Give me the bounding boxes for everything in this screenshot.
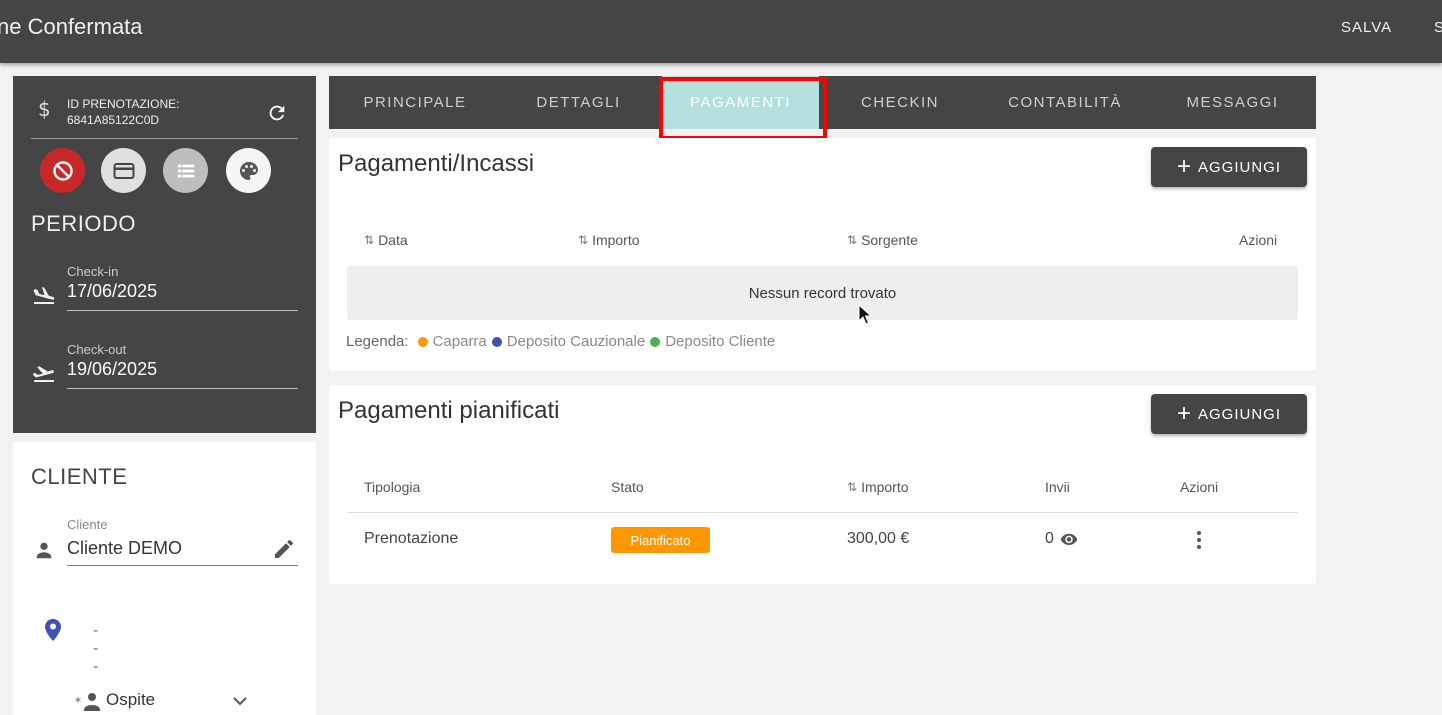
column-header-tipologia: Tipologia <box>364 479 421 495</box>
tab-contabilita[interactable]: CONTABILITÀ <box>981 76 1149 129</box>
credit-card-icon <box>113 162 134 179</box>
checkout-value: 19/06/2025 <box>67 359 158 379</box>
page-title: ne Confermata <box>0 14 143 39</box>
checkout-field[interactable]: Check-out 19/06/2025 <box>31 342 298 392</box>
palette-icon <box>239 161 258 180</box>
tab-checkin[interactable]: CHECKIN <box>819 76 981 129</box>
mouse-cursor-icon <box>858 304 872 325</box>
svg-text:*: * <box>75 695 81 709</box>
scheduled-payments-card: Pagamenti pianificati + AGGIUNGI Tipolog… <box>329 385 1316 584</box>
ospite-dropdown[interactable]: * Ospite <box>75 688 255 715</box>
empty-state-row: Nessun record trovato <box>347 266 1298 320</box>
scheduled-title: Pagamenti pianificati <box>338 397 560 424</box>
column-header-importo[interactable]: ⇅ Importo <box>847 479 909 495</box>
sort-icon: ⇅ <box>578 233 589 247</box>
list-icon <box>177 164 194 177</box>
add-scheduled-button[interactable]: + AGGIUNGI <box>1151 394 1307 434</box>
checkout-underline <box>67 388 298 389</box>
client-label: Cliente <box>67 517 108 532</box>
color-button[interactable] <box>226 148 271 193</box>
payment-card-button[interactable] <box>101 148 146 193</box>
chevron-down-icon <box>233 697 247 706</box>
checkin-label: Check-in <box>67 264 119 279</box>
status-badge: Pianificato <box>611 527 710 553</box>
refresh-icon[interactable] <box>266 102 288 124</box>
location-value: --- <box>93 622 99 675</box>
legend-item-caparra: Caparra <box>432 333 487 350</box>
save-button[interactable]: SALVA <box>1341 19 1392 36</box>
legend-dot-deposito-cliente <box>650 336 661 347</box>
column-header-data-label: Data <box>378 232 408 248</box>
tab-principale[interactable]: PRINCIPALE <box>329 76 501 129</box>
column-header-azioni: Azioni <box>1239 232 1278 248</box>
client-panel: CLIENTE Cliente Cliente DEMO --- * Ospit… <box>13 442 316 715</box>
plus-icon: + <box>1176 153 1192 180</box>
cancel-booking-button[interactable] <box>40 148 85 193</box>
legend-item-deposito-cliente: Deposito Cliente <box>665 333 776 350</box>
cliente-heading: CLIENTE <box>31 464 128 489</box>
ospite-label: Ospite <box>106 690 156 709</box>
row-invii: 0 <box>1045 530 1078 548</box>
sort-icon: ⇅ <box>847 480 858 494</box>
column-header-sorgente[interactable]: ⇅ Sorgente <box>847 232 918 248</box>
payments-card: Pagamenti/Incassi + AGGIUNGI ⇅ Data ⇅ Im… <box>329 138 1316 371</box>
row-tipologia: Prenotazione <box>364 530 459 547</box>
svg-text:$: $ <box>38 97 51 121</box>
legend-item-deposito-cauzionale: Deposito Cauzionale <box>506 333 646 350</box>
location-pin-icon <box>45 619 61 641</box>
legend-dot-caparra <box>417 336 428 347</box>
row-importo: 300,00 € <box>847 530 910 547</box>
checkin-value: 17/06/2025 <box>67 281 158 301</box>
edit-icon[interactable] <box>272 537 296 561</box>
person-icon <box>36 542 52 559</box>
add-payment-label: AGGIUNGI <box>1198 158 1282 176</box>
eye-icon[interactable] <box>1060 532 1078 546</box>
periodo-heading: PERIODO <box>31 211 136 236</box>
flight-takeoff-icon <box>33 366 54 382</box>
plus-icon: + <box>1176 400 1192 427</box>
legend-label: Legenda: <box>346 333 409 350</box>
invii-count: 0 <box>1045 530 1054 547</box>
tab-dettagli[interactable]: DETTAGLI <box>501 76 656 129</box>
booking-id-row: $ ID PRENOTAZIONE: 6841A85122C0D <box>31 94 298 139</box>
client-underline <box>67 565 298 566</box>
checkout-label: Check-out <box>67 342 127 357</box>
legend: Legenda: Caparra Deposito Cauzionale Dep… <box>346 333 775 350</box>
add-payment-button[interactable]: + AGGIUNGI <box>1151 147 1307 187</box>
guest-person-icon: * <box>75 693 100 711</box>
tab-messaggi[interactable]: MESSAGGI <box>1149 76 1316 129</box>
more-vert-icon[interactable] <box>1191 529 1207 551</box>
booking-id-label: ID PRENOTAZIONE: <box>67 97 180 111</box>
highlight-box <box>659 77 827 140</box>
client-value: Cliente DEMO <box>67 538 183 558</box>
list-button[interactable] <box>163 148 208 193</box>
legend-dot-deposito-cauzionale <box>491 336 502 347</box>
flight-land-icon <box>33 287 55 304</box>
column-header-importo-label: Importo <box>861 479 909 495</box>
client-field[interactable]: Cliente Cliente DEMO <box>31 517 298 569</box>
column-header-sorgente-label: Sorgente <box>861 232 918 248</box>
sort-icon: ⇅ <box>847 233 858 247</box>
sort-icon: ⇅ <box>364 233 375 247</box>
column-header-azioni: Azioni <box>1180 479 1219 495</box>
column-header-invii: Invii <box>1045 479 1070 495</box>
add-scheduled-label: AGGIUNGI <box>1198 405 1282 423</box>
checkin-underline <box>67 310 298 311</box>
table-divider <box>347 512 1298 513</box>
column-header-stato: Stato <box>611 479 644 495</box>
block-icon <box>52 160 73 181</box>
column-header-data[interactable]: ⇅ Data <box>364 232 408 248</box>
dollar-icon: $ <box>38 97 51 121</box>
checkin-field[interactable]: Check-in 17/06/2025 <box>31 264 298 314</box>
payments-title: Pagamenti/Incassi <box>338 150 535 177</box>
column-header-importo[interactable]: ⇅ Importo <box>578 232 640 248</box>
column-header-importo-label: Importo <box>592 232 640 248</box>
booking-id-value: 6841A85122C0D <box>67 113 160 127</box>
booking-summary-panel: $ ID PRENOTAZIONE: 6841A85122C0D PERIODO… <box>13 76 316 433</box>
overflow-button[interactable]: S <box>1434 19 1442 36</box>
top-app-bar: ne Confermata SALVA S <box>0 0 1442 63</box>
